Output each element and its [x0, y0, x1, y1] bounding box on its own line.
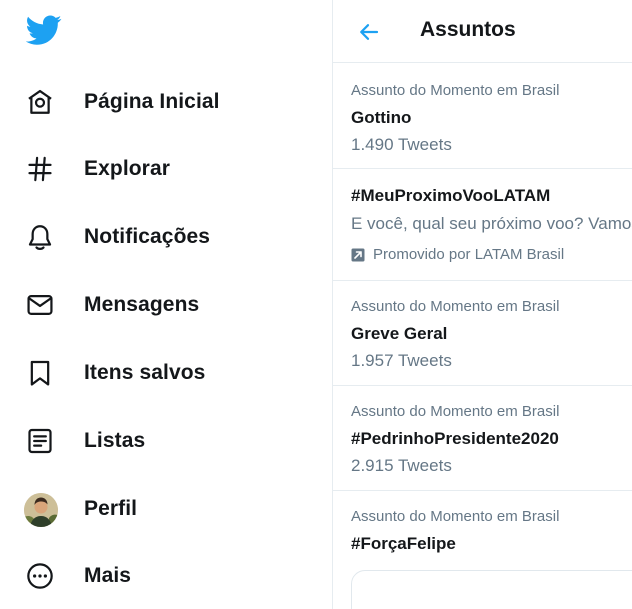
trend-context: Assunto do Momento em Brasil — [351, 508, 560, 525]
nav-label-notifications: Notificações — [84, 225, 211, 248]
trend-name: Greve Geral — [351, 324, 448, 343]
more-circle-icon — [27, 563, 53, 589]
nav-label-explore: Explorar — [84, 157, 170, 180]
bookmark-icon — [30, 360, 50, 386]
promoted-label: Promovido por LATAM Brasil — [351, 246, 564, 263]
trend-count: 2.915 Tweets — [351, 456, 452, 475]
envelope-icon — [27, 295, 53, 315]
back-button[interactable] — [351, 14, 387, 50]
trend-item[interactable]: Assunto do Momento em Brasil #PedrinhoPr… — [333, 386, 632, 491]
promoted-icon — [351, 248, 365, 261]
nav-label-lists: Listas — [84, 429, 146, 452]
trend-description: E você, qual seu próximo voo? Vamos — [351, 214, 632, 233]
page-header: Assuntos — [333, 0, 632, 63]
trend-item[interactable]: Assunto do Momento em Brasil Greve Geral… — [333, 281, 632, 386]
arrow-left-icon — [360, 24, 379, 40]
nav-label-home: Página Inicial — [84, 90, 220, 113]
list-icon — [28, 428, 52, 454]
nav-label-messages: Mensagens — [84, 293, 200, 316]
promoted-text: Promovido por LATAM Brasil — [373, 246, 565, 263]
sidebar: Página Inicial Explorar Notificações Men… — [0, 0, 332, 609]
trend-name: #ForçaFelipe — [351, 534, 456, 553]
trend-count: 1.490 Tweets — [351, 135, 452, 154]
trend-context: Assunto do Momento em Brasil — [351, 82, 560, 99]
twitter-bird-icon[interactable] — [26, 12, 62, 48]
trend-item-promoted[interactable]: #MeuProximoVooLATAM E você, qual seu pró… — [333, 169, 632, 281]
avatar — [24, 493, 58, 527]
home-icon — [28, 89, 52, 114]
hashtag-icon — [28, 156, 52, 182]
embedded-card[interactable] — [351, 570, 632, 609]
nav-label-more: Mais — [84, 564, 132, 587]
trend-count: 1.957 Tweets — [351, 351, 452, 370]
trend-item[interactable]: Assunto do Momento em Brasil Gottino 1.4… — [333, 64, 632, 169]
page-title: Assuntos — [420, 18, 516, 41]
nav-label-bookmarks: Itens salvos — [84, 361, 206, 384]
trend-name: Gottino — [351, 108, 412, 127]
bell-icon — [28, 225, 52, 251]
main-column: Assuntos Assunto do Momento em Brasil Go… — [333, 0, 632, 609]
trend-context: Assunto do Momento em Brasil — [351, 298, 560, 315]
trend-name: #MeuProximoVooLATAM — [351, 186, 551, 205]
trend-context: Assunto do Momento em Brasil — [351, 403, 560, 420]
nav-label-profile: Perfil — [84, 497, 138, 520]
trend-name: #PedrinhoPresidente2020 — [351, 429, 559, 448]
